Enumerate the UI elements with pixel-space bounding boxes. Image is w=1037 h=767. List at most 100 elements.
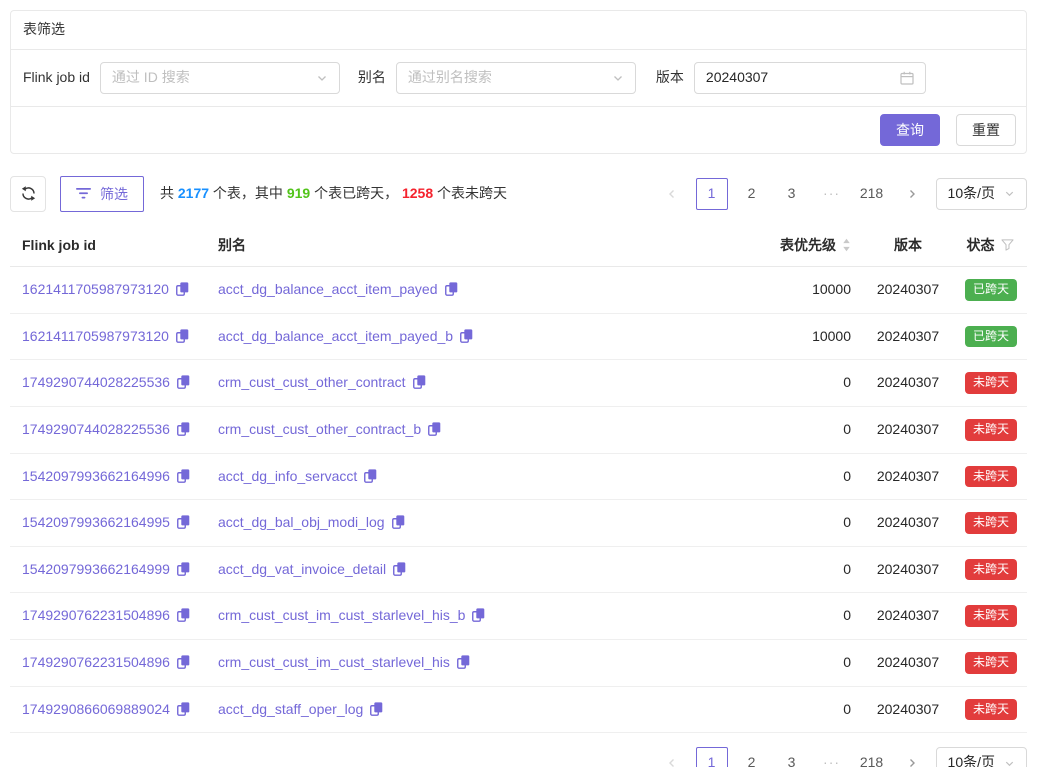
copy-icon[interactable]	[177, 375, 190, 389]
page-size-select[interactable]: 10条/页	[936, 178, 1027, 210]
page-button-3[interactable]: 3	[776, 178, 808, 210]
copy-icon[interactable]	[413, 375, 426, 389]
page-button-3[interactable]: 3	[776, 747, 808, 767]
cell-job-id: 1542097993662164995	[10, 500, 206, 547]
funnel-icon[interactable]	[1001, 239, 1014, 251]
job-id-link[interactable]: 1542097993662164995	[22, 514, 170, 530]
cell-version: 20240307	[863, 500, 953, 547]
page-size-select[interactable]: 10条/页	[936, 747, 1027, 767]
reset-button[interactable]: 重置	[956, 114, 1016, 146]
copy-icon[interactable]	[177, 515, 190, 529]
copy-icon[interactable]	[393, 562, 406, 576]
job-id-link[interactable]: 1749290762231504896	[22, 607, 170, 623]
page-button-2[interactable]: 2	[736, 747, 768, 767]
cell-priority: 0	[653, 406, 863, 453]
alias-link[interactable]: acct_dg_balance_acct_item_payed_b	[218, 328, 453, 344]
cell-version: 20240307	[863, 686, 953, 733]
copy-icon[interactable]	[460, 329, 473, 343]
cell-alias: acct_dg_balance_acct_item_payed	[206, 267, 653, 314]
status-badge: 未跨天	[965, 372, 1017, 394]
copy-icon[interactable]	[177, 702, 190, 716]
chevron-down-icon	[316, 72, 328, 84]
alias-link[interactable]: acct_dg_balance_acct_item_payed	[218, 281, 438, 297]
flink-tables-table: Flink job id 别名 表优先级 版本 状态 1621411705987…	[10, 228, 1027, 734]
table-row: 1621411705987973120 acct_dg_balance_acct_…	[10, 313, 1027, 360]
next-page-button[interactable]	[896, 747, 928, 767]
table-header-row: Flink job id 别名 表优先级 版本 状态	[10, 228, 1027, 267]
page-button-1[interactable]: 1	[696, 747, 728, 767]
status-badge: 已跨天	[965, 326, 1017, 348]
job-id-link[interactable]: 1542097993662164999	[22, 561, 170, 577]
job-id-link[interactable]: 1749290744028225536	[22, 374, 170, 390]
next-page-button[interactable]	[896, 178, 928, 210]
copy-icon[interactable]	[392, 515, 405, 529]
flink-job-id-select[interactable]: 通过 ID 搜索	[100, 62, 340, 94]
copy-icon[interactable]	[177, 469, 190, 483]
job-id-link[interactable]: 1621411705987973120	[22, 328, 169, 344]
status-badge: 未跨天	[965, 466, 1017, 488]
alias-link[interactable]: crm_cust_cust_other_contract	[218, 374, 406, 390]
version-date-picker[interactable]: 20240307	[694, 62, 926, 94]
column-header-priority[interactable]: 表优先级	[653, 228, 863, 267]
table-row: 1621411705987973120 acct_dg_balance_acct_…	[10, 267, 1027, 314]
copy-icon[interactable]	[176, 282, 189, 296]
alias-link[interactable]: acct_dg_staff_oper_log	[218, 701, 363, 717]
prev-page-button[interactable]	[656, 178, 688, 210]
copy-icon[interactable]	[370, 702, 383, 716]
cell-job-id: 1749290762231504896	[10, 593, 206, 640]
status-badge: 未跨天	[965, 559, 1017, 581]
status-badge: 未跨天	[965, 512, 1017, 534]
crossed-count: 919	[287, 185, 310, 201]
cell-version: 20240307	[863, 453, 953, 500]
page-button-last[interactable]: 218	[856, 747, 888, 767]
alias-link[interactable]: crm_cust_cust_other_contract_b	[218, 421, 421, 437]
alias-link[interactable]: crm_cust_cust_im_cust_starlevel_his	[218, 654, 450, 670]
copy-icon[interactable]	[445, 282, 458, 296]
cell-job-id: 1749290762231504896	[10, 639, 206, 686]
copy-icon[interactable]	[177, 562, 190, 576]
page-button-2[interactable]: 2	[736, 178, 768, 210]
copy-icon[interactable]	[176, 329, 189, 343]
alias-link[interactable]: acct_dg_info_servacct	[218, 468, 357, 484]
copy-icon[interactable]	[177, 608, 190, 622]
job-id-link[interactable]: 1749290762231504896	[22, 654, 170, 670]
job-id-link[interactable]: 1749290866069889024	[22, 701, 170, 717]
alias-placeholder: 通过别名搜索	[408, 68, 492, 88]
flink-job-id-label: Flink job id	[23, 68, 90, 88]
cell-job-id: 1749290866069889024	[10, 686, 206, 733]
page-button-last[interactable]: 218	[856, 178, 888, 210]
job-id-link[interactable]: 1749290744028225536	[22, 421, 170, 437]
table-row: 1542097993662164995 acct_dg_bal_obj_modi_…	[10, 500, 1027, 547]
sort-icon[interactable]	[842, 238, 851, 252]
filter-button[interactable]: 筛选	[60, 176, 144, 212]
refresh-button[interactable]	[10, 176, 46, 212]
copy-icon[interactable]	[364, 469, 377, 483]
copy-icon[interactable]	[472, 608, 485, 622]
cell-status: 未跨天	[953, 360, 1027, 407]
cell-status: 未跨天	[953, 453, 1027, 500]
page-ellipsis[interactable]: ···	[816, 178, 848, 210]
alias-select[interactable]: 通过别名搜索	[396, 62, 636, 94]
alias-link[interactable]: acct_dg_vat_invoice_detail	[218, 561, 386, 577]
page-button-1[interactable]: 1	[696, 178, 728, 210]
page-ellipsis[interactable]: ···	[816, 747, 848, 767]
copy-icon[interactable]	[177, 422, 190, 436]
copy-icon[interactable]	[428, 422, 441, 436]
table-row: 1542097993662164996 acct_dg_info_servacct…	[10, 453, 1027, 500]
prev-page-button[interactable]	[656, 747, 688, 767]
alias-link[interactable]: crm_cust_cust_im_cust_starlevel_his_b	[218, 607, 465, 623]
cell-version: 20240307	[863, 360, 953, 407]
cell-status: 未跨天	[953, 500, 1027, 547]
job-id-link[interactable]: 1621411705987973120	[22, 281, 169, 297]
copy-icon[interactable]	[457, 655, 470, 669]
search-button[interactable]: 查询	[880, 114, 940, 146]
cell-alias: acct_dg_bal_obj_modi_log	[206, 500, 653, 547]
cell-alias: crm_cust_cust_other_contract_b	[206, 406, 653, 453]
total-count: 2177	[178, 185, 209, 201]
chevron-left-icon	[666, 188, 678, 200]
alias-link[interactable]: acct_dg_bal_obj_modi_log	[218, 514, 385, 530]
job-id-link[interactable]: 1542097993662164996	[22, 468, 170, 484]
chevron-down-icon	[612, 72, 624, 84]
copy-icon[interactable]	[177, 655, 190, 669]
column-header-status[interactable]: 状态	[953, 228, 1027, 267]
